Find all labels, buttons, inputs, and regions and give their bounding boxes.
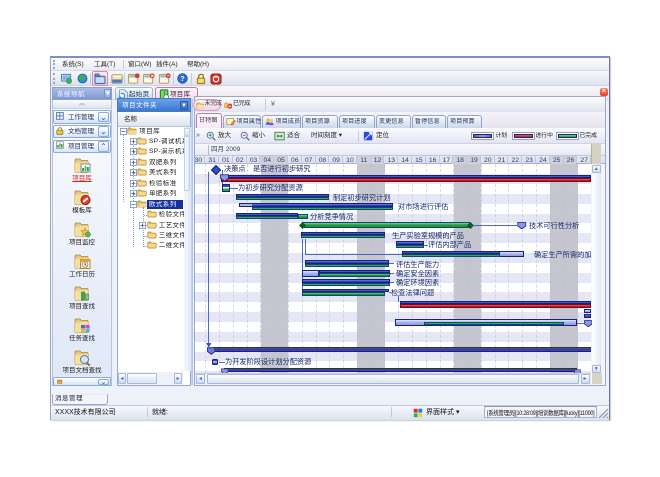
svg-text:?: ? xyxy=(180,74,184,83)
